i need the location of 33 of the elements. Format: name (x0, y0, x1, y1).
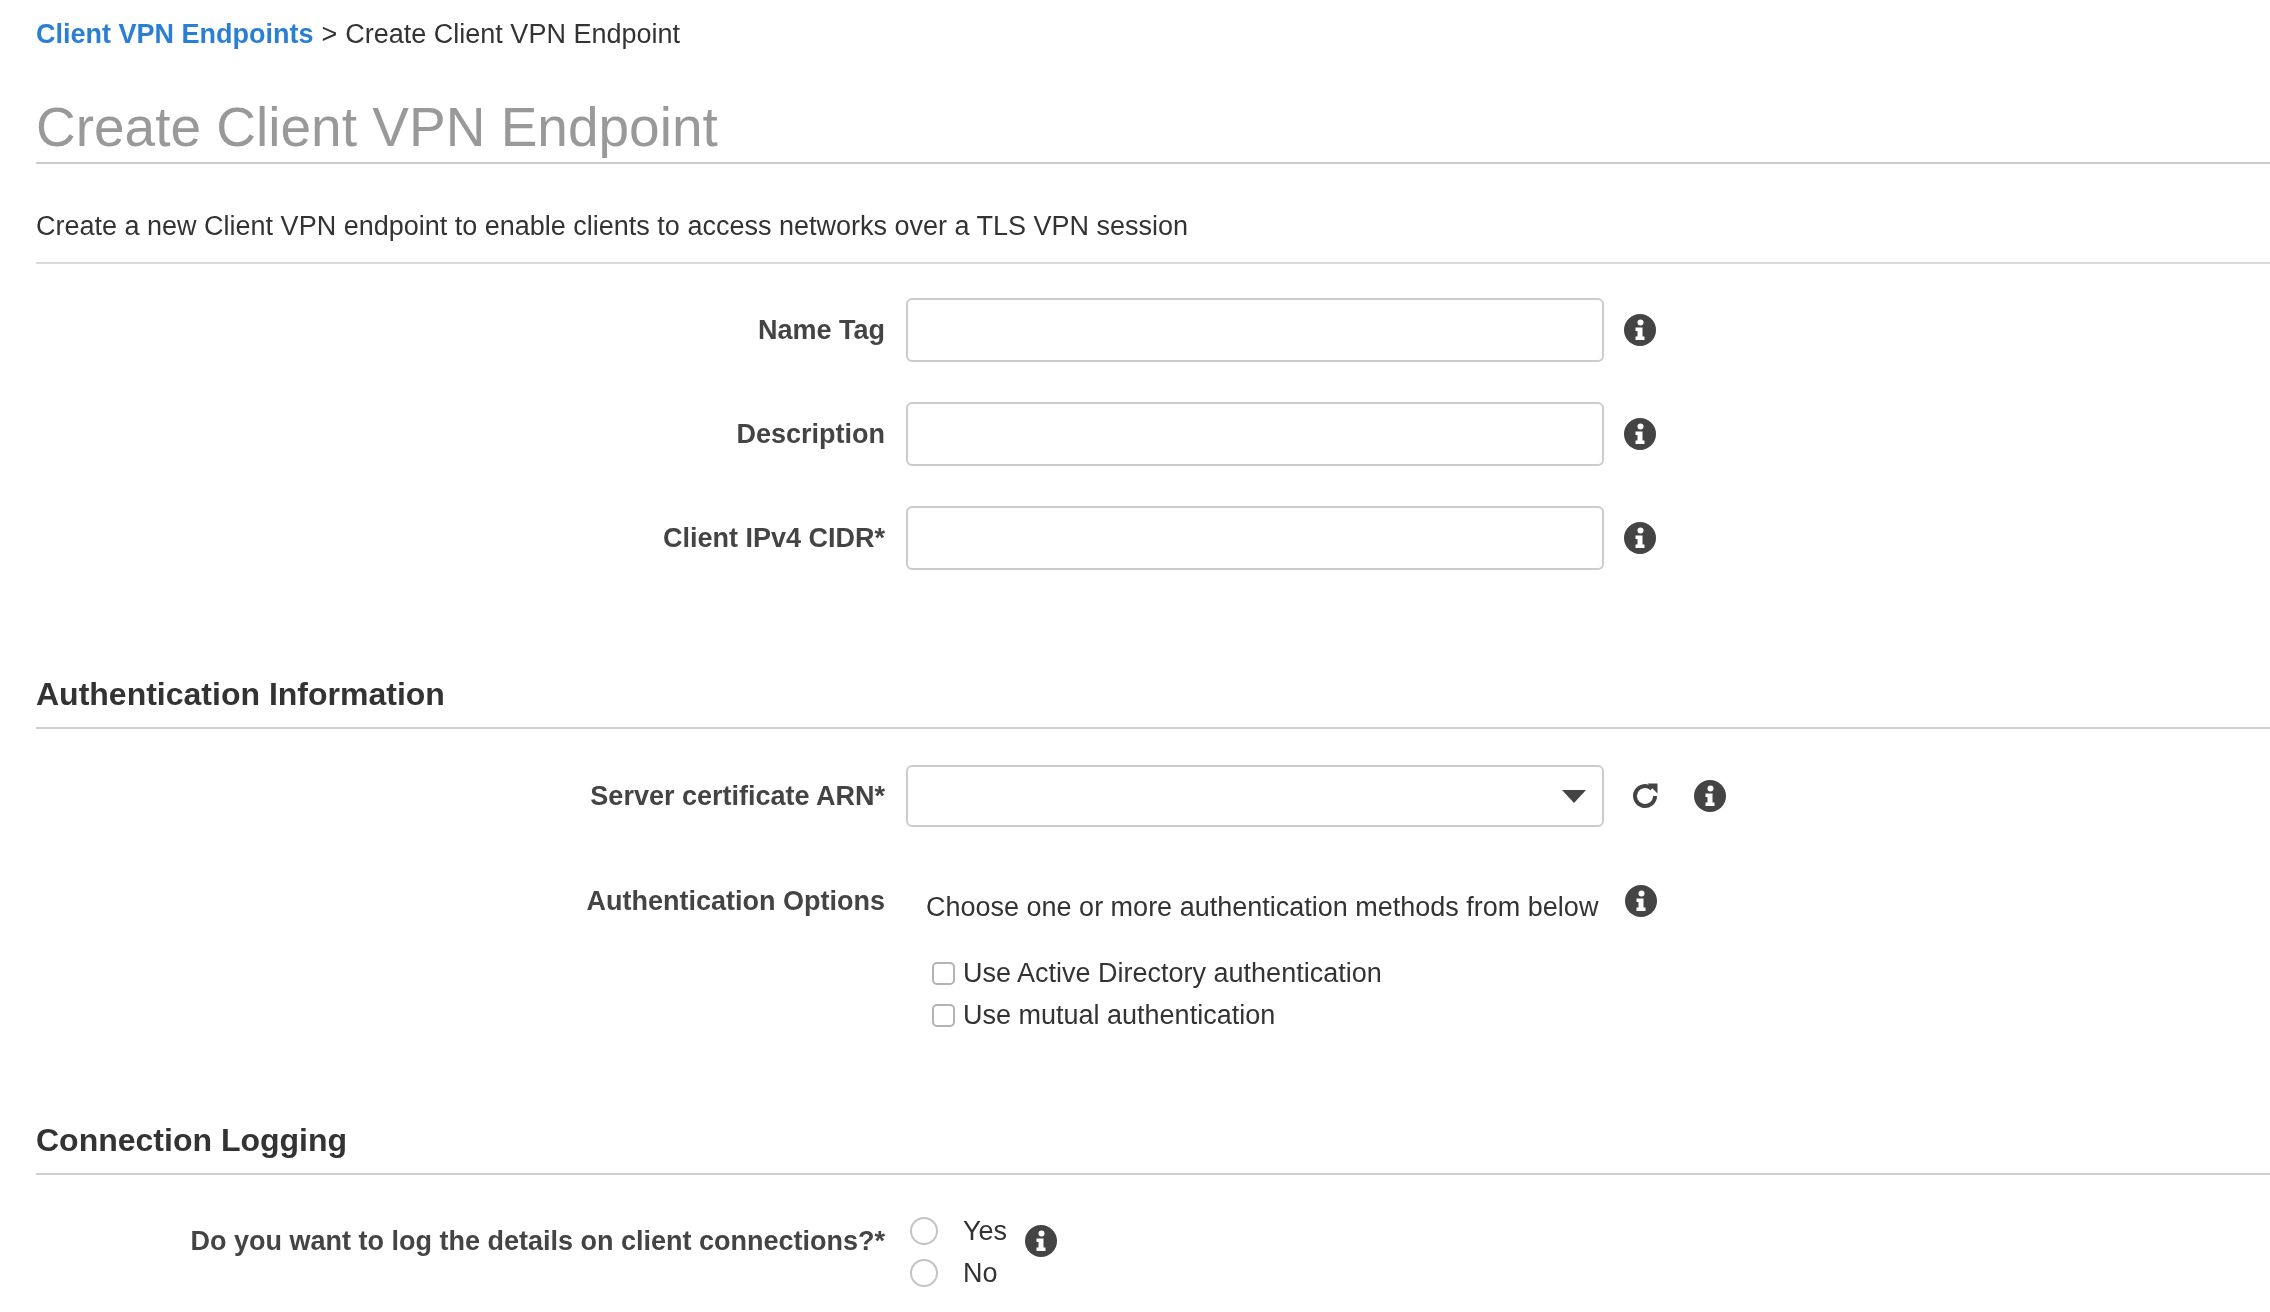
checkbox[interactable] (932, 1003, 955, 1027)
info-icon[interactable] (1625, 885, 1658, 917)
page-title: Create Client VPN Endpoint (36, 95, 718, 159)
info-icon[interactable] (1624, 522, 1656, 554)
select-field[interactable] (906, 765, 1604, 827)
field-label: Name Tag (757, 314, 885, 346)
hint-text: Choose one or more authentication methods from below (926, 891, 1599, 923)
breadcrumb-separator: > (321, 18, 338, 50)
info-icon[interactable] (1694, 780, 1726, 812)
radio-label: Yes (963, 1215, 1008, 1247)
text-input[interactable] (906, 506, 1604, 570)
info-icon[interactable] (1624, 418, 1656, 450)
checkbox-label: Use Active Directory authentication (963, 957, 1382, 989)
text-input[interactable] (906, 298, 1604, 362)
field-label: Do you want to log the details on client connections?* (190, 1225, 885, 1257)
breadcrumb-current: Create Client VPN Endpoint (345, 18, 680, 50)
checkbox[interactable] (932, 961, 955, 985)
radio-label: No (963, 1257, 998, 1289)
info-icon[interactable] (1025, 1225, 1058, 1257)
section-heading: Connection Logging (36, 1122, 348, 1158)
radio-button[interactable] (910, 1217, 938, 1245)
text-input[interactable] (906, 402, 1604, 466)
checkbox-label: Use mutual authentication (963, 999, 1276, 1031)
intro-text: Create a new Client VPN endpoint to enable clients to access networks over a TLS VPN session (36, 210, 1189, 242)
field-label: Description (736, 418, 885, 450)
breadcrumb-link[interactable]: Client VPN Endpoints (36, 18, 314, 50)
caret-icon (1562, 789, 1586, 803)
field-label: Client IPv4 CIDR* (662, 522, 885, 554)
field-label: Server certificate ARN* (590, 780, 885, 812)
info-icon[interactable] (1624, 314, 1656, 346)
field-label: Authentication Options (586, 885, 885, 917)
section-heading: Authentication Information (36, 676, 445, 712)
radio-button[interactable] (910, 1259, 938, 1287)
